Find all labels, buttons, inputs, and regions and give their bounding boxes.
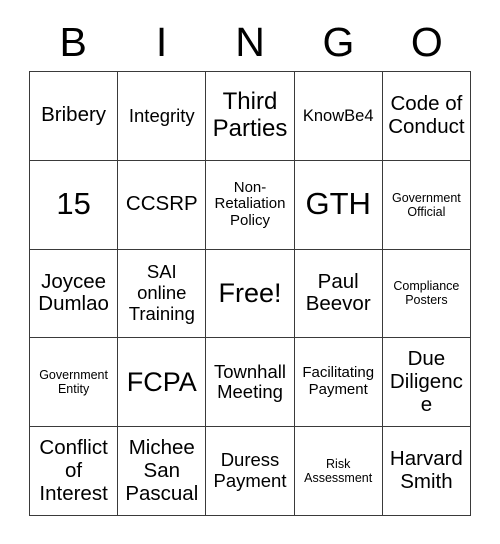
bingo-cell[interactable]: SAI online Training	[118, 249, 207, 339]
bingo-cell-label: Free!	[218, 278, 282, 309]
bingo-header-row: B I N G O	[29, 14, 471, 71]
bingo-cell-label: Government Official	[392, 190, 461, 219]
bingo-cell[interactable]: Government Entity	[30, 338, 119, 428]
bingo-cell-label: Compliance Posters	[393, 279, 460, 308]
bingo-cell[interactable]: Third Parties	[206, 72, 295, 161]
bingo-header-letter-g: G	[322, 19, 355, 65]
bingo-cell[interactable]: Michee San Pascual	[118, 427, 207, 516]
bingo-cell[interactable]: CCSRP	[118, 160, 207, 250]
bingo-cell-label: Bribery	[41, 103, 107, 127]
bingo-cell[interactable]: Compliance Posters	[382, 249, 471, 339]
bingo-cell-label: Third Parties	[212, 88, 288, 142]
bingo-cell[interactable]: GTH	[294, 160, 383, 250]
bingo-cell[interactable]: Non-Retaliation Policy	[206, 160, 295, 250]
bingo-cell[interactable]: Harvard Smith	[382, 427, 471, 516]
bingo-cell-label: Townhall Meeting	[213, 360, 286, 403]
bingo-cell[interactable]: 15	[30, 160, 119, 250]
bingo-cell[interactable]: Joycee Dumlao	[30, 249, 119, 339]
bingo-cell-label: Non-Retaliation Policy	[214, 178, 286, 230]
bingo-cell-label: Due Diligence	[389, 346, 463, 416]
bingo-header-letter-n: N	[235, 19, 265, 65]
bingo-cell-label: Risk Assessment	[304, 457, 373, 486]
bingo-cell[interactable]: FCPA	[118, 338, 207, 428]
bingo-cell[interactable]: Facilitating Payment	[294, 338, 383, 428]
bingo-cell-label: Paul Beevor	[305, 269, 371, 316]
bingo-header-letter-b: B	[59, 19, 87, 65]
bingo-cell[interactable]: Conflict of Interest	[30, 427, 119, 516]
bingo-cell[interactable]: KnowBe4	[294, 72, 383, 161]
bingo-cell-label: FCPA	[126, 367, 197, 398]
bingo-cell-label: Integrity	[128, 104, 195, 126]
bingo-header-letter-o: O	[410, 19, 443, 65]
bingo-cell-label: Conflict of Interest	[39, 435, 108, 505]
bingo-cell-label: Code of Conduct	[388, 91, 465, 138]
bingo-cell[interactable]: Due Diligence	[382, 338, 471, 428]
bingo-cell[interactable]: Townhall Meeting	[206, 338, 295, 428]
bingo-cell-label: GTH	[305, 186, 371, 222]
bingo-cell-label: Harvard Smith	[389, 447, 463, 494]
bingo-cell[interactable]: Risk Assessment	[294, 427, 383, 516]
bingo-cell-label: Michee San Pascual	[125, 435, 199, 505]
bingo-cell-label: Duress Payment	[213, 449, 287, 492]
bingo-header-letter-i: I	[155, 19, 168, 65]
bingo-cell[interactable]: Government Official	[382, 160, 471, 250]
bingo-cell-label: Joycee Dumlao	[38, 269, 109, 316]
bingo-grid: Bribery Integrity Third Parties KnowBe4 …	[29, 71, 471, 516]
bingo-cell-free[interactable]: Free!	[206, 249, 295, 339]
bingo-cell-label: KnowBe4	[302, 106, 374, 125]
bingo-cell-label: SAI online Training	[128, 261, 195, 324]
bingo-cell-label: CCSRP	[125, 192, 198, 216]
bingo-cell[interactable]: Code of Conduct	[382, 72, 471, 161]
bingo-cell[interactable]: Bribery	[30, 72, 119, 161]
bingo-cell-label: 15	[56, 186, 91, 222]
bingo-card: B I N G O Bribery Integrity Third Partie…	[0, 0, 500, 544]
bingo-cell[interactable]: Paul Beevor	[294, 249, 383, 339]
bingo-cell[interactable]: Duress Payment	[206, 427, 295, 516]
bingo-cell-label: Government Entity	[39, 368, 108, 397]
bingo-cell[interactable]: Integrity	[118, 72, 207, 161]
bingo-cell-label: Facilitating Payment	[302, 364, 375, 399]
